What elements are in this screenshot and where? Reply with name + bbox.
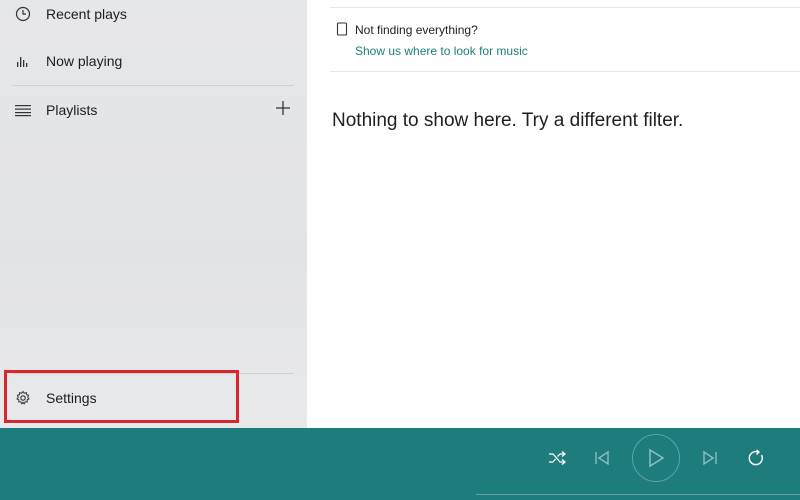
empty-state-message: Nothing to show here. Try a different fi…	[332, 110, 684, 131]
notice-divider	[330, 71, 800, 72]
next-icon[interactable]	[699, 446, 721, 470]
sidebar-item-playlists[interactable]: Playlists	[0, 90, 307, 130]
notice-divider	[330, 7, 800, 8]
sidebar-item-label: Playlists	[46, 102, 98, 118]
plus-icon[interactable]	[275, 100, 291, 116]
sidebar-item-label: Now playing	[46, 53, 123, 69]
shuffle-icon[interactable]	[546, 447, 568, 469]
play-icon[interactable]	[632, 434, 680, 482]
sidebar-item-recent-plays[interactable]: Recent plays	[0, 0, 307, 34]
music-location-link[interactable]: Show us where to look for music	[355, 44, 528, 58]
sidebar-item-label: Recent plays	[46, 6, 127, 22]
notice-title: Not finding everything?	[355, 23, 478, 37]
equalizer-icon	[14, 52, 32, 70]
playlist-icon	[14, 101, 32, 119]
sidebar: Recent plays Now playing Playlists Setti…	[0, 0, 307, 428]
highlight-box	[4, 370, 239, 423]
main-content: Not finding everything? Show us where to…	[307, 0, 800, 428]
repeat-icon[interactable]	[745, 446, 767, 470]
sidebar-item-now-playing[interactable]: Now playing	[0, 41, 307, 81]
sidebar-divider	[12, 85, 294, 86]
progress-bar[interactable]	[476, 494, 800, 495]
player-bar	[0, 428, 800, 500]
clock-icon	[14, 5, 32, 23]
previous-icon[interactable]	[591, 446, 613, 470]
device-icon	[336, 22, 348, 36]
